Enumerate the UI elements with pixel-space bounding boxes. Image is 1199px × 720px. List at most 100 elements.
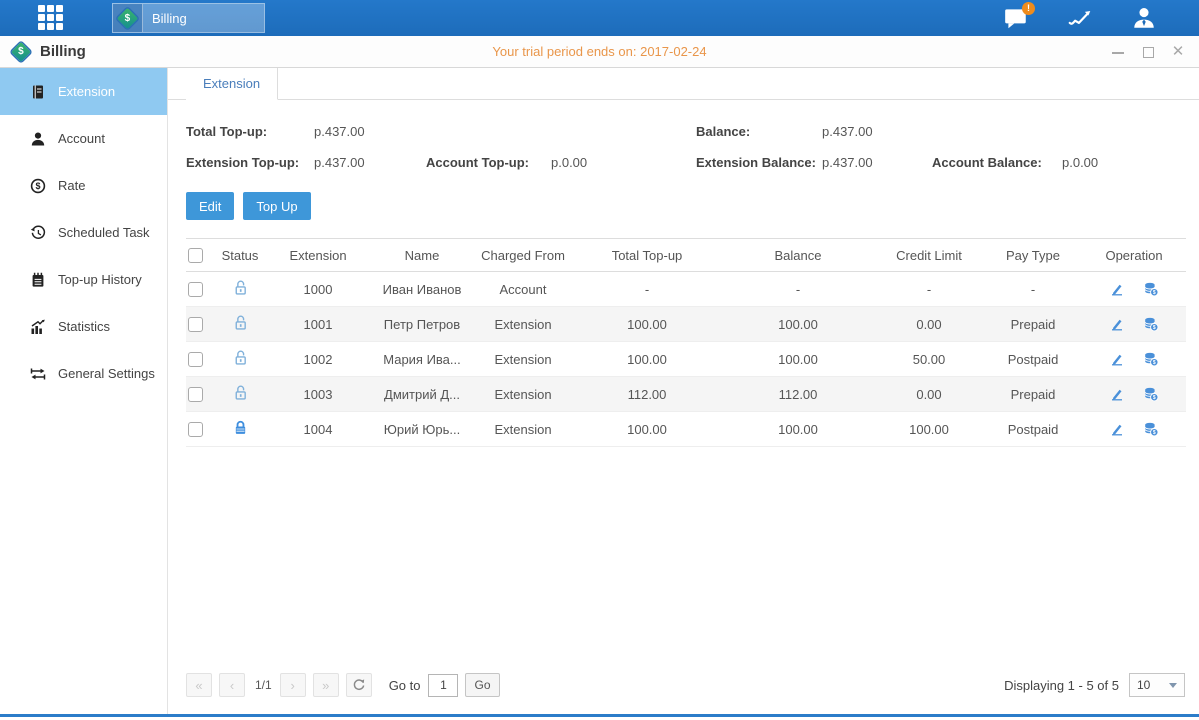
prev-page-button[interactable]: ‹ (219, 673, 245, 697)
minimize-button[interactable] (1111, 45, 1125, 59)
desktop-topbar: $ Billing ! (0, 0, 1199, 36)
sidebar-item-extension[interactable]: Extension (0, 68, 167, 115)
row-checkbox[interactable] (188, 282, 203, 297)
go-button[interactable]: Go (465, 673, 499, 697)
cell-total-topup: 100.00 (572, 412, 722, 447)
cell-balance: - (722, 272, 874, 307)
page-size-select[interactable]: 10 (1129, 673, 1185, 697)
sidebar-item-account[interactable]: Account (0, 115, 167, 162)
messages-icon[interactable]: ! (1001, 4, 1031, 32)
refresh-button[interactable] (346, 673, 372, 697)
last-page-button[interactable]: » (313, 673, 339, 697)
tab-extension[interactable]: Extension (186, 68, 278, 100)
ledger-icon (30, 84, 46, 100)
row-checkbox[interactable] (188, 422, 203, 437)
col-credit-limit: Credit Limit (874, 239, 984, 272)
lock-open-icon (232, 384, 249, 401)
cell-balance: 100.00 (722, 412, 874, 447)
sidebar-item-label: Scheduled Task (58, 225, 150, 240)
svg-text:$: $ (1153, 325, 1156, 331)
cell-extension: 1003 (266, 377, 370, 412)
next-page-button[interactable]: › (280, 673, 306, 697)
row-checkbox[interactable] (188, 387, 203, 402)
cell-name: Дмитрий Д... (370, 377, 474, 412)
row-checkbox[interactable] (188, 317, 203, 332)
topup-row-icon[interactable]: $ (1143, 351, 1159, 367)
col-balance: Balance (722, 239, 874, 272)
cell-name: Петр Петров (370, 307, 474, 342)
cell-credit-limit: 0.00 (874, 377, 984, 412)
top-up-button[interactable]: Top Up (243, 192, 310, 220)
svg-text:$: $ (1153, 290, 1156, 296)
sidebar-item-rate[interactable]: $ Rate (0, 162, 167, 209)
sidebar-item-label: General Settings (58, 366, 155, 381)
cell-credit-limit: 100.00 (874, 412, 984, 447)
cell-balance: 100.00 (722, 342, 874, 377)
table-row: 1002 Мария Ива... Extension 100.00 100.0… (186, 342, 1186, 377)
edit-row-icon[interactable] (1109, 386, 1125, 402)
pagination-bar: « ‹ 1/1 › » Go to Go Displaying 1 - 5 of… (168, 664, 1199, 714)
cell-total-topup: 100.00 (572, 307, 722, 342)
topup-row-icon[interactable]: $ (1143, 421, 1159, 437)
clock-icon (30, 225, 46, 241)
sidebar-item-topup-history[interactable]: Top-up History (0, 256, 167, 303)
cell-name: Иван Иванов (370, 272, 474, 307)
sidebar-item-scheduled-task[interactable]: Scheduled Task (0, 209, 167, 256)
page-indicator: 1/1 (255, 678, 272, 692)
extension-balance-label: Extension Balance: (696, 155, 822, 170)
account-topup-value: p.0.00 (551, 155, 696, 170)
taskbar-tab-billing[interactable]: $ Billing (112, 3, 265, 33)
table-row: 1004 Юрий Юрь... Extension 100.00 100.00… (186, 412, 1186, 447)
first-page-button[interactable]: « (186, 673, 212, 697)
cell-pay-type: Prepaid (984, 307, 1082, 342)
apps-grid-icon[interactable] (38, 5, 68, 31)
edit-row-icon[interactable] (1109, 351, 1125, 367)
maximize-button[interactable] (1141, 45, 1155, 59)
goto-label: Go to (389, 678, 421, 693)
row-checkbox[interactable] (188, 352, 203, 367)
edit-row-icon[interactable] (1109, 421, 1125, 437)
sidebar-item-general-settings[interactable]: General Settings (0, 350, 167, 397)
close-button[interactable]: ✕ (1171, 45, 1185, 59)
cell-total-topup: 112.00 (572, 377, 722, 412)
cell-credit-limit: 50.00 (874, 342, 984, 377)
lock-open-icon (232, 349, 249, 366)
cell-total-topup: - (572, 272, 722, 307)
edit-button[interactable]: Edit (186, 192, 234, 220)
sidebar-item-label: Account (58, 131, 105, 146)
total-topup-value: p.437.00 (314, 124, 426, 139)
extension-topup-label: Extension Top-up: (186, 155, 314, 170)
select-all-checkbox[interactable] (188, 248, 203, 263)
billing-summary: Total Top-up: p.437.00 Balance: p.437.00… (168, 100, 1199, 184)
sidebar-item-statistics[interactable]: Statistics (0, 303, 167, 350)
col-total-topup: Total Top-up (572, 239, 722, 272)
account-topup-label: Account Top-up: (426, 155, 551, 170)
user-account-icon[interactable] (1129, 4, 1159, 32)
person-icon (30, 131, 46, 147)
cell-pay-type: Prepaid (984, 377, 1082, 412)
topup-row-icon[interactable]: $ (1143, 386, 1159, 402)
cell-charged-from: Account (474, 272, 572, 307)
taskbar-tab-label: Billing (143, 11, 187, 26)
lock-open-icon (232, 279, 249, 296)
billing-app-icon: $ (113, 4, 143, 32)
cell-pay-type: - (984, 272, 1082, 307)
table-row: 1000 Иван Иванов Account - - - - $ (186, 272, 1186, 307)
topup-row-icon[interactable]: $ (1143, 281, 1159, 297)
sidebar-item-label: Extension (58, 84, 115, 99)
reports-chart-icon[interactable] (1065, 4, 1095, 32)
edit-row-icon[interactable] (1109, 281, 1125, 297)
stats-icon (30, 319, 46, 335)
refresh-icon (352, 678, 366, 692)
lock-open-icon (232, 314, 249, 331)
topup-row-icon[interactable]: $ (1143, 316, 1159, 332)
cell-charged-from: Extension (474, 342, 572, 377)
goto-page-input[interactable] (428, 674, 458, 697)
account-balance-label: Account Balance: (932, 155, 1062, 170)
cell-balance: 100.00 (722, 307, 874, 342)
table-row: 1003 Дмитрий Д... Extension 112.00 112.0… (186, 377, 1186, 412)
dollar-circle-icon: $ (30, 178, 46, 194)
sidebar-item-label: Rate (58, 178, 85, 193)
page-size-value: 10 (1137, 678, 1150, 692)
edit-row-icon[interactable] (1109, 316, 1125, 332)
